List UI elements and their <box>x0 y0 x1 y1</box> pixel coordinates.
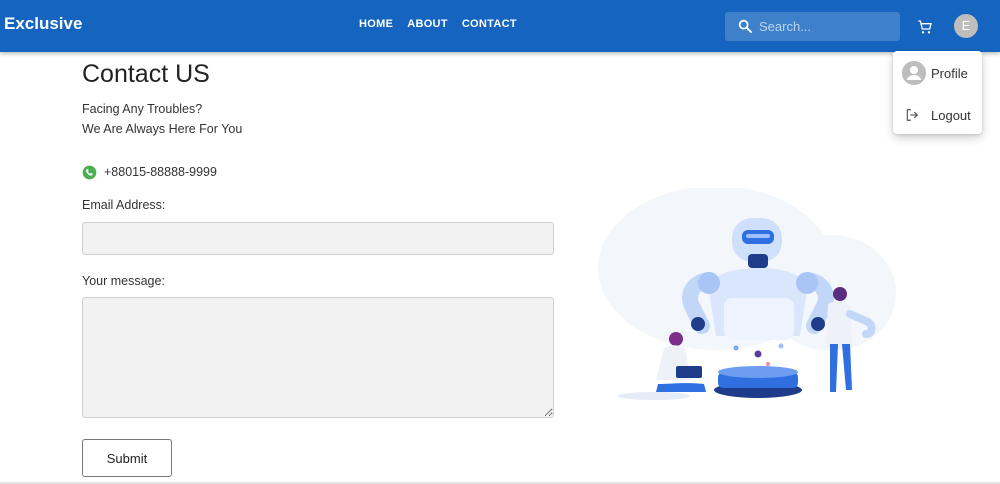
nav-about-link[interactable]: ABOUT <box>400 18 455 30</box>
search-box <box>725 12 900 41</box>
robot-illustration <box>598 188 896 400</box>
user-menu: Profile Logout <box>893 51 982 134</box>
message-label: Your message: <box>82 274 165 288</box>
submit-button[interactable]: Submit <box>82 439 172 477</box>
whatsapp-icon <box>82 165 97 180</box>
email-label: Email Address: <box>82 198 166 212</box>
menu-item-profile[interactable]: Profile <box>893 55 982 91</box>
user-avatar-button[interactable]: E <box>954 14 978 38</box>
nav-contact-link[interactable]: CONTACT <box>455 18 524 30</box>
menu-item-label: Profile <box>931 66 968 81</box>
message-field[interactable] <box>82 297 554 418</box>
logout-icon <box>906 109 919 121</box>
brand-logo[interactable]: Exclusive <box>4 14 82 34</box>
nav-home-link[interactable]: HOME <box>352 18 400 30</box>
email-field[interactable] <box>82 222 554 255</box>
main-nav: HOME ABOUT CONTACT <box>352 18 524 30</box>
subtitle-line-1: Facing Any Troubles? <box>82 102 203 116</box>
page-title: Contact US <box>82 60 210 88</box>
profile-icon <box>902 61 926 85</box>
search-input[interactable] <box>759 16 894 37</box>
menu-item-logout[interactable]: Logout <box>893 97 982 133</box>
phone-number: +88015-88888-9999 <box>104 165 217 179</box>
app-bar: Exclusive HOME ABOUT CONTACT E <box>0 0 1000 52</box>
subtitle-line-2: We Are Always Here For You <box>82 122 243 136</box>
menu-item-label: Logout <box>931 108 971 123</box>
search-icon <box>738 19 752 33</box>
cart-icon[interactable] <box>917 19 933 35</box>
